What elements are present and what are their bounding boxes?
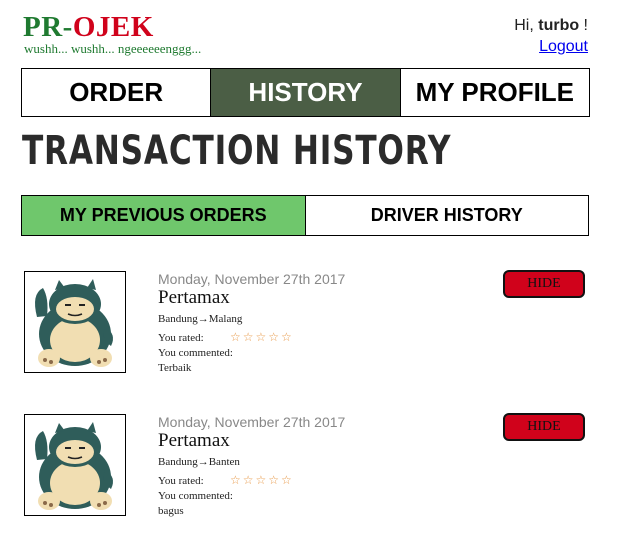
order-date: Monday, November 27th 2017 xyxy=(158,414,346,430)
rated-label: You rated: xyxy=(158,475,204,487)
order-item: Pertamax xyxy=(158,430,230,451)
order-comment: Terbaik xyxy=(158,362,192,374)
logo-dash: - xyxy=(62,11,73,43)
rating-stars-icon: ☆☆☆☆☆ xyxy=(230,330,294,344)
greeting-suffix: ! xyxy=(579,17,588,34)
main-nav: ORDER HISTORY MY PROFILE xyxy=(21,68,590,117)
logout-link[interactable]: Logout xyxy=(539,38,588,56)
subtab-driver-history[interactable]: DRIVER HISTORY xyxy=(306,196,589,235)
logo-pr: PR xyxy=(23,11,63,43)
list-item: Monday, November 27th 2017 Pertamax Band… xyxy=(24,413,594,524)
order-route: Bandung→Banten xyxy=(158,456,240,468)
list-item: Monday, November 27th 2017 Pertamax Band… xyxy=(24,270,594,381)
greeting-prefix: Hi, xyxy=(514,17,539,34)
tab-order[interactable]: ORDER xyxy=(22,69,212,116)
subtab-my-previous-orders[interactable]: MY PREVIOUS ORDERS xyxy=(22,196,306,235)
driver-avatar xyxy=(24,271,126,373)
rating-stars-icon: ☆☆☆☆☆ xyxy=(230,473,294,487)
app-logo: PR-OJEK xyxy=(23,12,154,42)
snorlax-avatar-icon xyxy=(35,422,113,510)
order-comment: bagus xyxy=(158,505,184,517)
logo-ojek: OJEK xyxy=(72,11,154,43)
tab-history[interactable]: HISTORY xyxy=(211,69,401,116)
rated-label: You rated: xyxy=(158,332,204,344)
history-subtabs: MY PREVIOUS ORDERS DRIVER HISTORY xyxy=(21,195,589,236)
commented-label: You commented: xyxy=(158,347,233,359)
hide-button[interactable]: HIDE xyxy=(503,270,585,298)
driver-avatar xyxy=(24,414,126,516)
snorlax-avatar-icon xyxy=(35,279,113,367)
tab-my-profile[interactable]: MY PROFILE xyxy=(401,69,589,116)
hide-button[interactable]: HIDE xyxy=(503,413,585,441)
user-greeting: Hi, turbo ! xyxy=(514,17,588,35)
order-date: Monday, November 27th 2017 xyxy=(158,271,346,287)
commented-label: You commented: xyxy=(158,490,233,502)
username: turbo xyxy=(538,17,580,34)
order-route: Bandung→Malang xyxy=(158,313,243,325)
order-item: Pertamax xyxy=(158,287,230,308)
tagline: wushh... wushh... ngeeeeeenggg... xyxy=(24,41,202,56)
page-title: TRANSACTION HISTORY xyxy=(22,128,452,174)
